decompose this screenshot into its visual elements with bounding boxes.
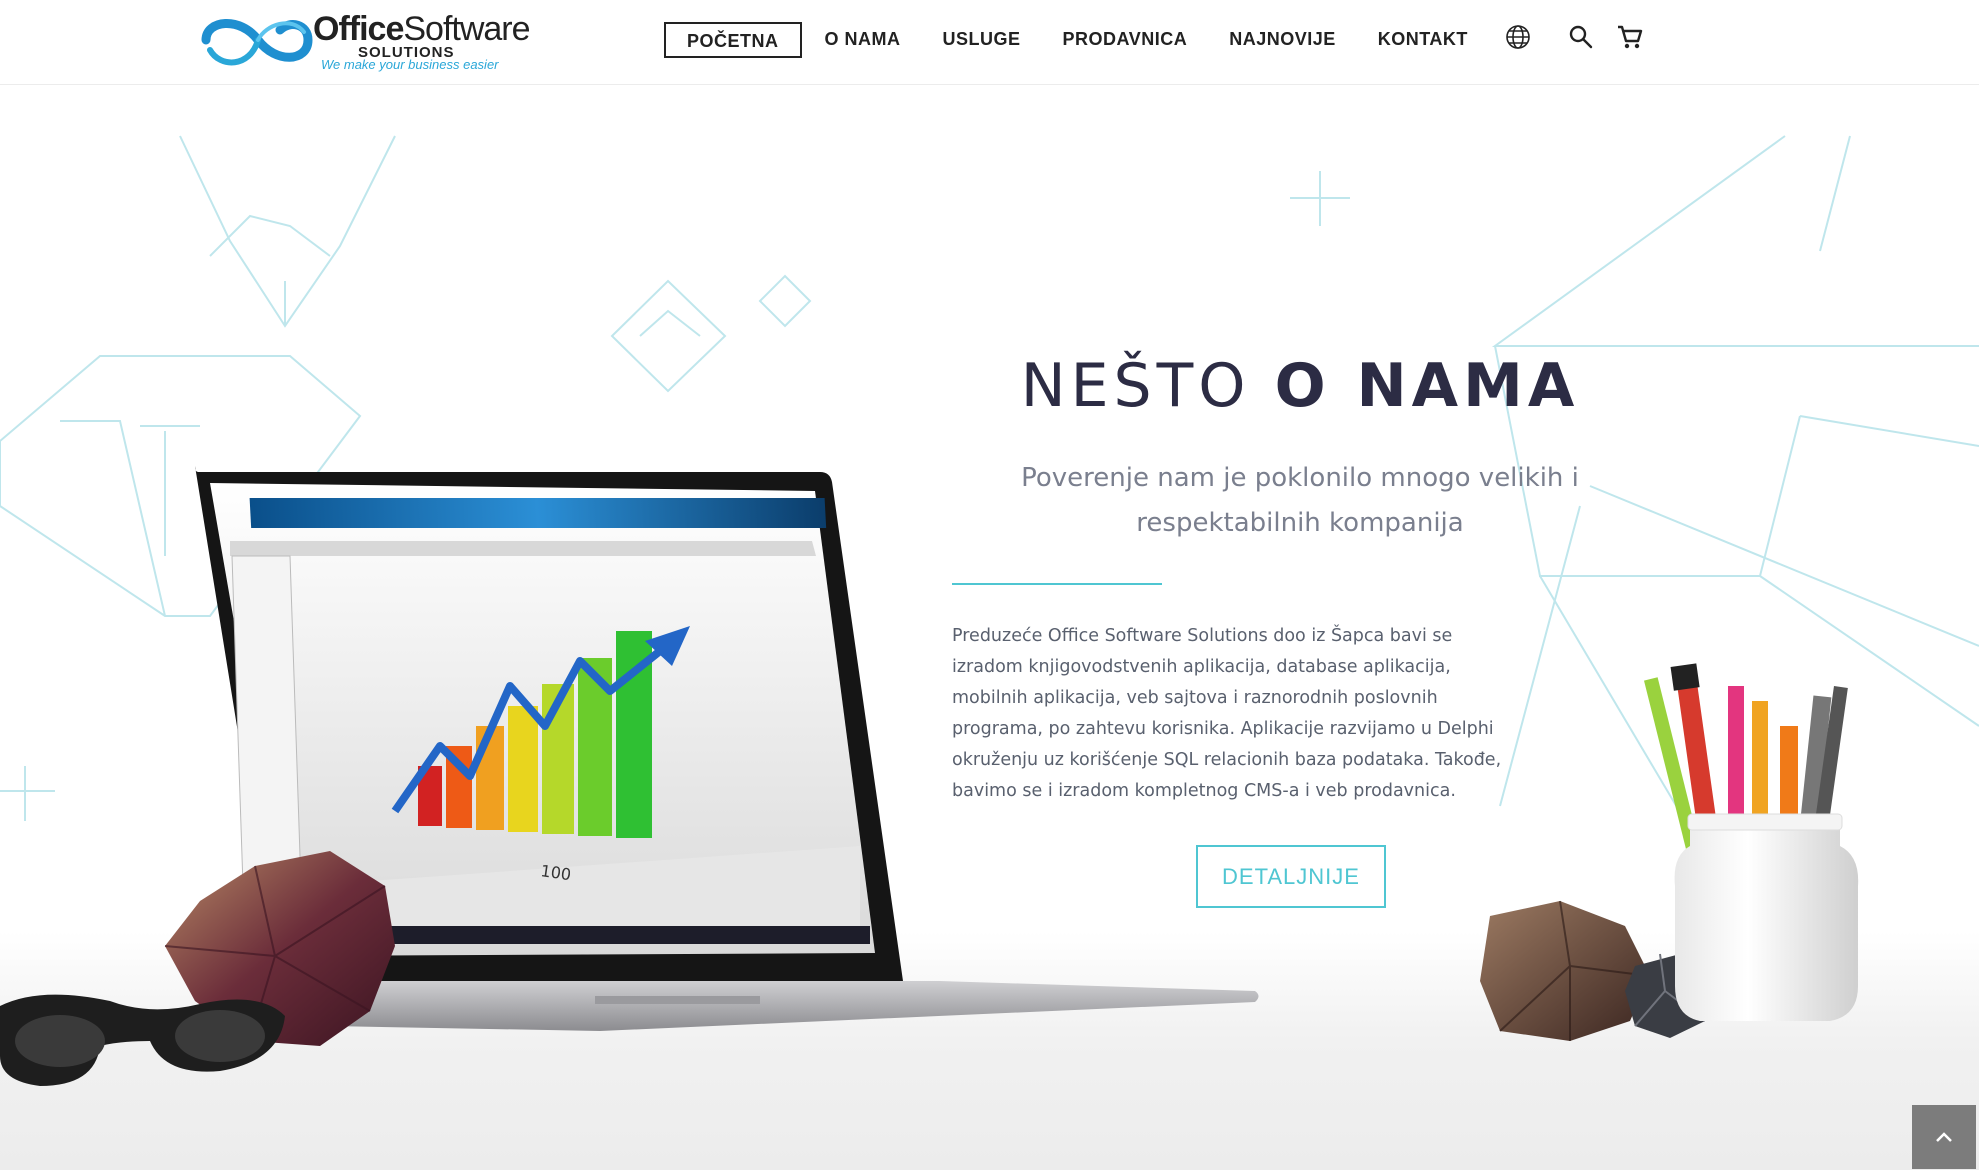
hero-section: 100 NEŠTO O NAMA Poverenje nam je poklon…	[0, 86, 1979, 1170]
logo-name: OfficeSoftware	[313, 10, 531, 48]
site-header: OfficeSoftware SOLUTIONS We make your bu…	[0, 0, 1979, 85]
logo-swirl-icon	[201, 19, 313, 66]
details-button[interactable]: DETALJNIJE	[1196, 845, 1386, 908]
logo-text: OfficeSoftware SOLUTIONS We make your bu…	[313, 10, 531, 72]
accent-divider	[952, 583, 1162, 585]
nav-item-pocetna[interactable]: POČETNA	[664, 22, 802, 58]
cart-icon[interactable]	[1615, 22, 1645, 52]
scroll-to-top-button[interactable]	[1912, 1105, 1976, 1169]
search-icon[interactable]	[1566, 22, 1596, 52]
chevron-up-icon	[1936, 1132, 1952, 1142]
hero-title: NEŠTO O NAMA	[1020, 351, 1580, 421]
nav-item-o-nama[interactable]: O NAMA	[804, 22, 922, 58]
main-nav: POČETNA O NAMA USLUGE PRODAVNICA NAJNOVI…	[664, 22, 1489, 58]
nav-item-najnovije[interactable]: NAJNOVIJE	[1208, 22, 1357, 58]
nav-item-usluge[interactable]: USLUGE	[922, 22, 1042, 58]
nav-item-prodavnica[interactable]: PRODAVNICA	[1042, 22, 1209, 58]
hero-description: Preduzeće Office Software Solutions doo …	[952, 626, 1502, 801]
globe-icon[interactable]	[1503, 22, 1533, 52]
brand-logo[interactable]: OfficeSoftware SOLUTIONS We make your bu…	[200, 10, 531, 72]
hero-subtitle: Poverenje nam je poklonilo mnogo velikih…	[1021, 463, 1579, 538]
nav-item-kontakt[interactable]: KONTAKT	[1357, 22, 1489, 58]
logo-tagline: We make your business easier	[321, 57, 499, 72]
